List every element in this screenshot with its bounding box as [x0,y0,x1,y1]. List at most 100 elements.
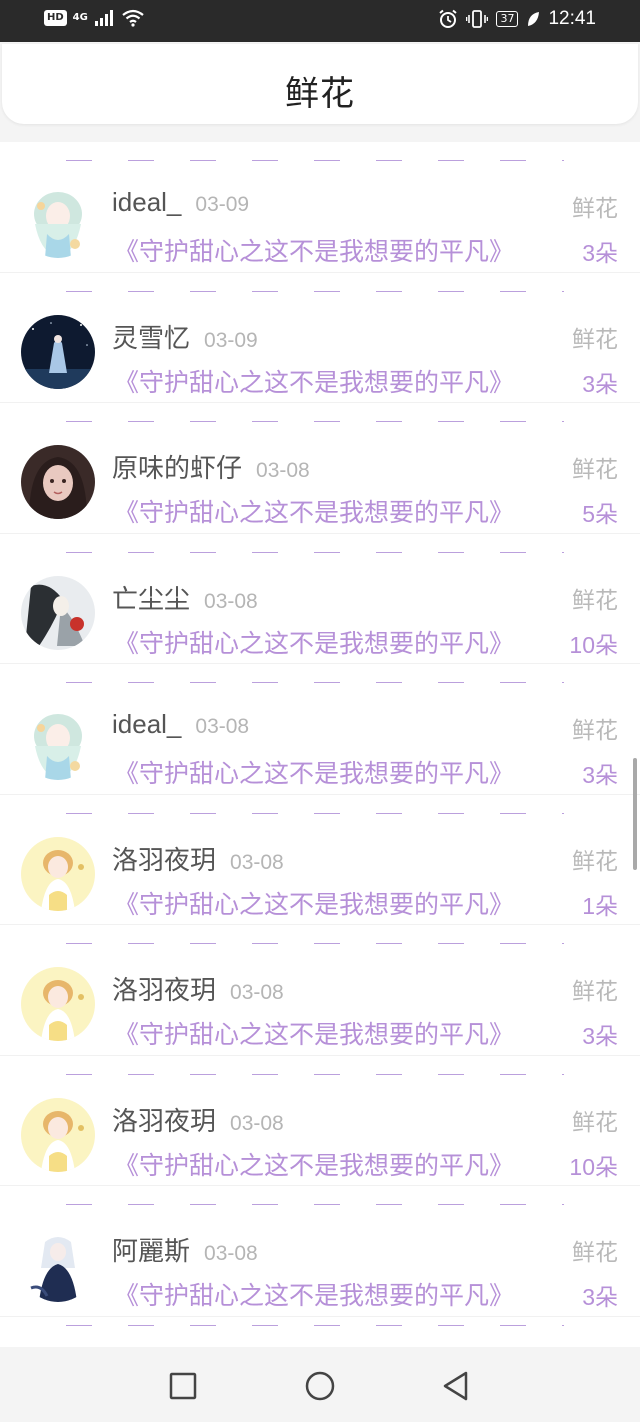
gift-date: 03-09 [195,193,250,216]
back-icon[interactable] [440,1370,472,1402]
home-icon[interactable] [304,1370,336,1402]
list-item[interactable]: ideal_ 03-09 鲜花 《守护甜心之这不是我想要的平凡》 3朵 [0,142,640,273]
dashed-divider [66,682,564,683]
gift-type: 鲜花 [572,848,618,875]
sakura-girl-yellow-avatar-icon [21,836,95,911]
status-left: HD 4G [44,9,144,27]
list-item[interactable]: 洛羽夜玥 03-08 鲜花 《守护甜心之这不是我想要的平凡》 10朵 [0,1056,640,1186]
list-item[interactable]: 原味的虾仔 03-08 鲜花 《守护甜心之这不是我想要的平凡》 5朵 [0,403,640,534]
gift-type: 鲜花 [572,196,618,222]
dashed-divider [66,1073,564,1075]
username-text: 灵雪忆 [112,322,191,353]
gift-type: 鲜花 [572,1240,618,1266]
gift-count: 1朵 [582,892,618,919]
book-title-link[interactable]: 《守护甜心之这不是我想要的平凡》 [114,1146,544,1182]
username-text: 洛羽夜玥 [112,975,217,1005]
username-text: ideal_ [112,709,182,739]
sakura-girl-yellow-avatar-icon [21,1097,95,1172]
gift-count: 10朵 [569,631,618,658]
recents-icon[interactable] [167,1370,199,1402]
gift-count: 3朵 [582,762,618,788]
gift-type: 鲜花 [572,326,618,353]
network-type: 4G [72,12,88,23]
avatar[interactable] [21,575,95,650]
avatar[interactable] [21,184,95,258]
username[interactable]: ideal_ 03-08 [112,709,249,740]
gift-type: 鲜花 [572,1109,618,1136]
dashed-divider [66,1204,564,1205]
dashed-divider [66,943,564,944]
alarm-icon [439,9,458,28]
gift-date: 03-08 [204,1242,258,1265]
avatar[interactable] [21,706,95,780]
dark-hair-girl-avatar-icon [21,445,95,519]
battery-level: 37 [496,11,519,27]
gift-date: 03-08 [230,1111,284,1135]
dashed-divider [66,290,564,292]
username[interactable]: ideal_ 03-09 [112,187,249,218]
status-right: 37 12:41 [438,8,596,30]
wifi-icon [122,9,144,27]
signal-icon [94,10,113,26]
status-time: 12:41 [548,8,596,29]
username-text: 洛羽夜玥 [112,844,217,875]
dashed-divider [66,551,564,553]
avatar[interactable] [21,314,95,389]
username[interactable]: 阿麗斯 03-08 [112,1231,258,1268]
username[interactable]: 亡尘尘 03-08 [112,579,258,616]
gift-type: 鲜花 [572,587,618,614]
username[interactable]: 洛羽夜玥 03-08 [112,970,284,1007]
username-text: 阿麗斯 [112,1236,191,1266]
username[interactable]: 原味的虾仔 03-08 [112,448,310,485]
avatar[interactable] [21,1097,95,1172]
ink-sketch-figure-avatar-icon [21,575,95,650]
blue-dress-girl-avatar-icon [21,1228,95,1302]
username-text: 原味的虾仔 [112,453,243,483]
dashed-divider [66,812,564,814]
gift-type: 鲜花 [572,457,618,483]
book-title-link[interactable]: 《守护甜心之这不是我想要的平凡》 [114,754,544,790]
book-title-link[interactable]: 《守护甜心之这不是我想要的平凡》 [114,1276,544,1312]
anime-girl-mint-avatar-icon [21,184,95,258]
book-title-link[interactable]: 《守护甜心之这不是我想要的平凡》 [114,363,544,399]
username[interactable]: 洛羽夜玥 03-08 [112,1101,284,1138]
list-item[interactable]: 阿麗斯 03-08 鲜花 《守护甜心之这不是我想要的平凡》 3朵 [0,1186,640,1317]
avatar[interactable] [21,836,95,911]
system-nav-bar [0,1350,640,1422]
leaf-icon [528,12,540,26]
username[interactable]: 洛羽夜玥 03-08 [112,840,284,877]
book-title-link[interactable]: 《守护甜心之这不是我想要的平凡》 [114,624,544,660]
dashed-divider [66,160,564,161]
sakura-girl-yellow-avatar-icon [21,967,95,1041]
gift-date: 03-08 [256,459,310,482]
dashed-divider [66,421,564,422]
gift-type: 鲜花 [572,718,618,744]
list-item[interactable]: 洛羽夜玥 03-08 鲜花 《守护甜心之这不是我想要的平凡》 1朵 [0,795,640,925]
gift-count: 3朵 [582,1284,618,1310]
vibrate-icon [466,10,489,28]
username[interactable]: 灵雪忆 03-09 [112,318,258,355]
list-item[interactable]: 洛羽夜玥 03-08 鲜花 《守护甜心之这不是我想要的平凡》 3朵 [0,925,640,1056]
dashed-divider [66,1325,564,1326]
book-title-link[interactable]: 《守护甜心之这不是我想要的平凡》 [114,885,544,921]
list-item[interactable]: 灵雪忆 03-09 鲜花 《守护甜心之这不是我想要的平凡》 3朵 [0,273,640,403]
scrollbar-thumb[interactable] [633,758,637,870]
book-title-link[interactable]: 《守护甜心之这不是我想要的平凡》 [114,493,544,529]
status-bar: HD 4G 37 12:41 [0,0,640,42]
username-text: 亡尘尘 [112,583,191,614]
gift-list[interactable]: ideal_ 03-09 鲜花 《守护甜心之这不是我想要的平凡》 3朵 灵雪忆 03… [0,142,640,1347]
gift-date: 03-09 [204,328,258,352]
gift-count: 5朵 [582,501,618,527]
avatar[interactable] [21,967,95,1041]
book-title-link[interactable]: 《守护甜心之这不是我想要的平凡》 [114,232,544,268]
gift-count: 3朵 [582,1023,618,1049]
avatar[interactable] [21,445,95,519]
book-title-link[interactable]: 《守护甜心之这不是我想要的平凡》 [114,1015,544,1051]
list-item[interactable]: ideal_ 03-08 鲜花 《守护甜心之这不是我想要的平凡》 3朵 [0,664,640,795]
list-item[interactable]: 亡尘尘 03-08 鲜花 《守护甜心之这不是我想要的平凡》 10朵 [0,534,640,664]
gift-date: 03-08 [230,981,284,1004]
page-title: 鲜花 [285,74,355,114]
anime-girl-mint-avatar-icon [21,706,95,780]
avatar[interactable] [21,1228,95,1302]
gift-count: 3朵 [582,370,618,397]
